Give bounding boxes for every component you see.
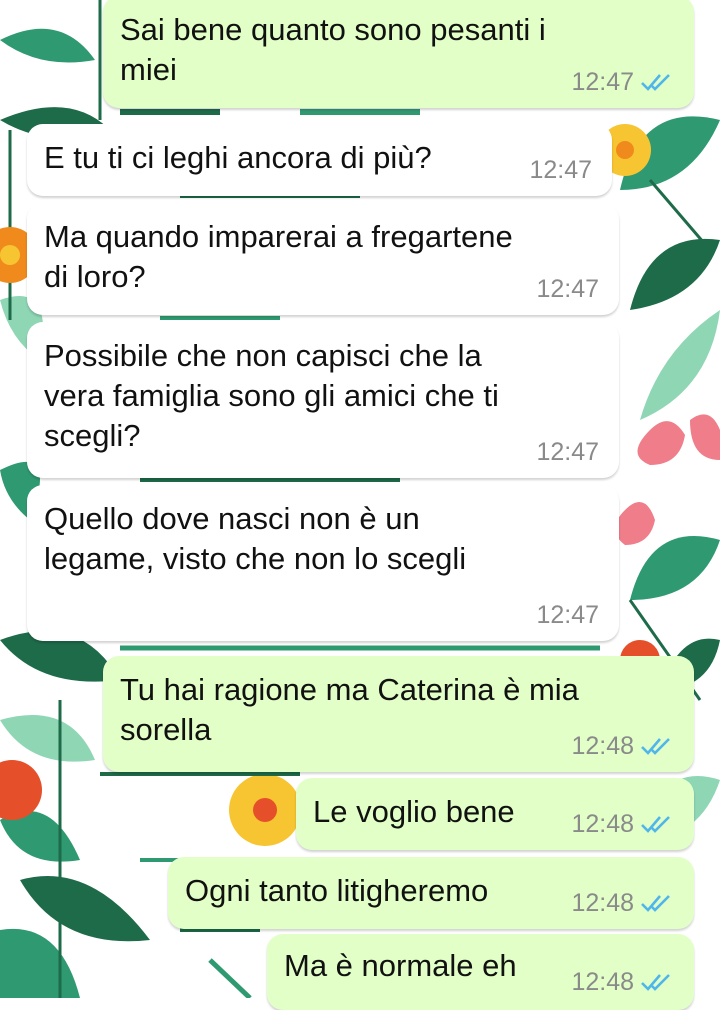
- incoming-message[interactable]: E tu ti ci leghi ancora di più? 12:47: [27, 124, 612, 196]
- message-time: 12:47: [536, 438, 599, 466]
- message-time: 12:47: [536, 601, 599, 629]
- incoming-message[interactable]: Quello dove nasci non è un legame, visto…: [27, 485, 619, 641]
- message-time: 12:47: [571, 68, 634, 96]
- message-text: Ogni tanto litigheremo: [185, 873, 489, 908]
- message-time: 12:47: [536, 275, 599, 303]
- message-text: E tu ti ci leghi ancora di più?: [44, 140, 432, 175]
- double-check-icon: [641, 895, 670, 912]
- message-meta: 12:47: [536, 275, 599, 303]
- outgoing-message[interactable]: Ogni tanto litigheremo 12:48: [168, 857, 694, 929]
- message-text: Ma è normale eh: [284, 948, 517, 983]
- message-text: Ma quando imparerai a fregartene di loro…: [44, 219, 513, 294]
- message-time: 12:48: [571, 889, 634, 917]
- message-meta: 12:47: [529, 156, 592, 184]
- incoming-message[interactable]: Possibile che non capisci che la vera fa…: [27, 322, 619, 478]
- message-meta: 12:47: [536, 438, 599, 466]
- message-meta: 12:48: [571, 968, 672, 996]
- message-meta: 12:48: [571, 732, 672, 760]
- outgoing-message[interactable]: Sai bene quanto sono pesanti i miei 12:4…: [103, 0, 694, 108]
- outgoing-message[interactable]: Tu hai ragione ma Caterina è mia sorella…: [103, 656, 694, 772]
- double-check-icon: [641, 974, 670, 991]
- message-time: 12:47: [529, 156, 592, 184]
- message-text: Sai bene quanto sono pesanti i miei: [120, 12, 546, 87]
- outgoing-message[interactable]: Le voglio bene 12:48: [296, 778, 694, 850]
- double-check-icon: [641, 816, 670, 833]
- message-time: 12:48: [571, 810, 634, 838]
- message-meta: 12:47: [571, 68, 672, 96]
- message-meta: 12:47: [536, 601, 599, 629]
- message-text: Tu hai ragione ma Caterina è mia sorella: [120, 672, 579, 747]
- message-text: Quello dove nasci non è un legame, visto…: [44, 501, 467, 576]
- message-meta: 12:48: [571, 889, 672, 917]
- message-time: 12:48: [571, 732, 634, 760]
- message-meta: 12:48: [571, 810, 672, 838]
- outgoing-message[interactable]: Ma è normale eh 12:48: [267, 934, 694, 1010]
- incoming-message[interactable]: Ma quando imparerai a fregartene di loro…: [27, 203, 619, 315]
- message-text: Possibile che non capisci che la vera fa…: [44, 338, 499, 453]
- double-check-icon: [641, 74, 670, 91]
- message-text: Le voglio bene: [313, 794, 515, 829]
- double-check-icon: [641, 738, 670, 755]
- message-time: 12:48: [571, 968, 634, 996]
